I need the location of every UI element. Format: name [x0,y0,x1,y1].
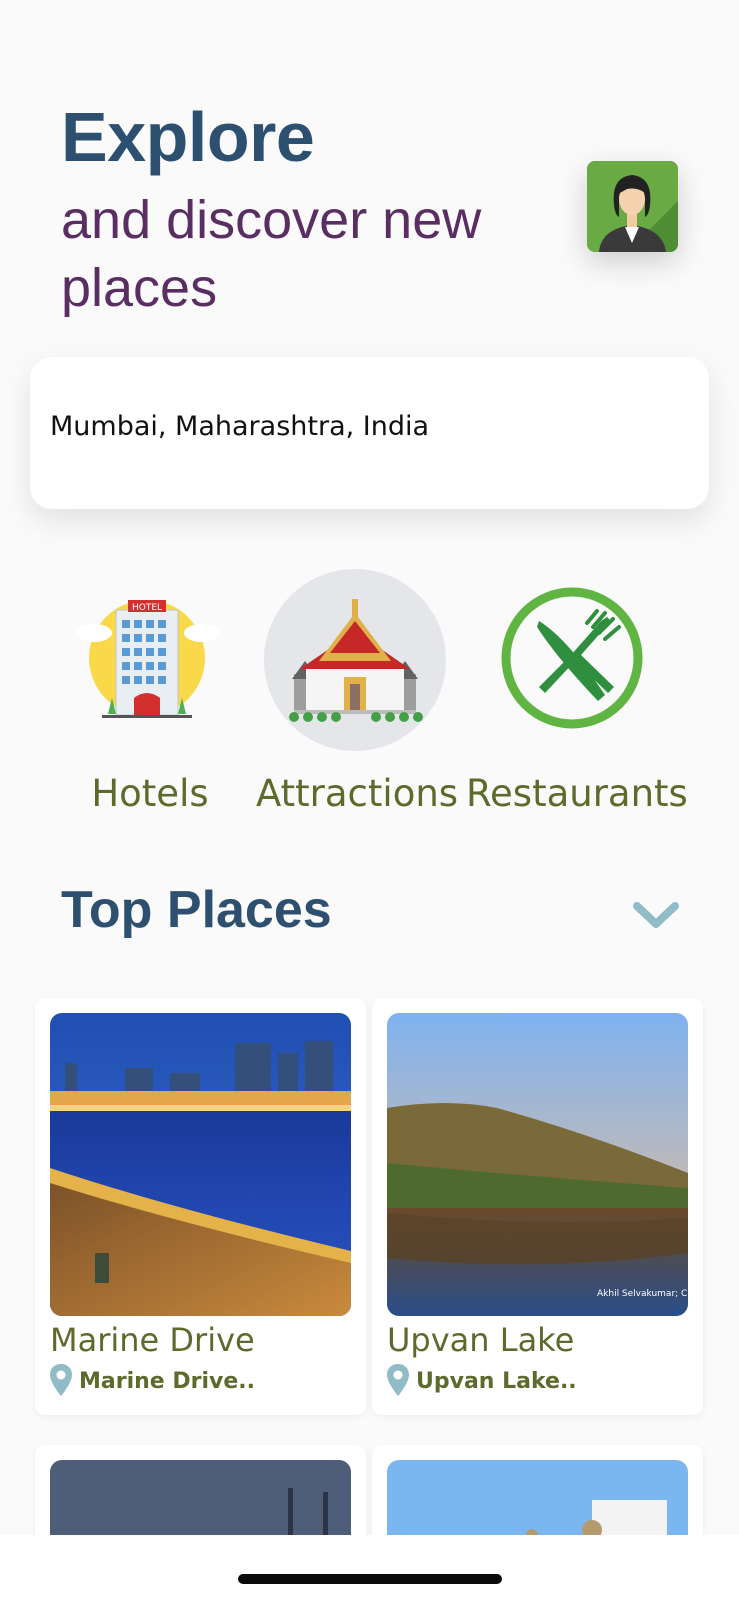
category-hotels[interactable]: HOTEL [72,588,222,738]
fork-knife-icon [501,587,643,729]
category-attractions[interactable] [264,569,446,751]
category-label-attractions[interactable]: Attractions [256,772,458,815]
place-name: Marine Drive [50,1321,255,1359]
place-card-marine-drive[interactable]: Marine Drive Marine Drive.. [35,998,366,1415]
temple-icon [289,599,423,722]
place-location: Marine Drive.. [79,1369,255,1394]
category-restaurants[interactable] [497,583,647,733]
place-name: Upvan Lake [387,1321,575,1359]
user-avatar-icon [587,161,678,252]
place-location: Upvan Lake.. [416,1369,577,1394]
place-card-upvan-lake[interactable]: Akhil Selvakumar; C Upvan Lake Upvan Lak… [372,998,703,1415]
location-pin-icon [387,1364,409,1396]
place-photo [387,1013,688,1316]
photo-credit: Akhil Selvakumar; C [597,1289,688,1299]
place-photo [50,1013,351,1316]
category-label-hotels[interactable]: Hotels [80,772,220,815]
hotel-icon: HOTEL [76,600,220,718]
location-pin-icon [50,1364,72,1396]
home-indicator[interactable] [238,1574,502,1584]
expand-top-places-button[interactable] [633,898,679,932]
location-value: Mumbai, Maharashtra, India [50,411,430,442]
svg-text:HOTEL: HOTEL [132,603,162,613]
section-title-top-places: Top Places [61,881,332,939]
bottom-safe-area [0,1535,739,1600]
category-label-restaurants[interactable]: Restaurants [466,772,688,815]
page-subtitle: and discover new places [61,190,482,318]
avatar[interactable] [587,161,678,252]
page-title: Explore [61,98,315,176]
location-search-field[interactable]: Mumbai, Maharashtra, India [30,357,709,509]
chevron-down-icon [633,902,679,928]
